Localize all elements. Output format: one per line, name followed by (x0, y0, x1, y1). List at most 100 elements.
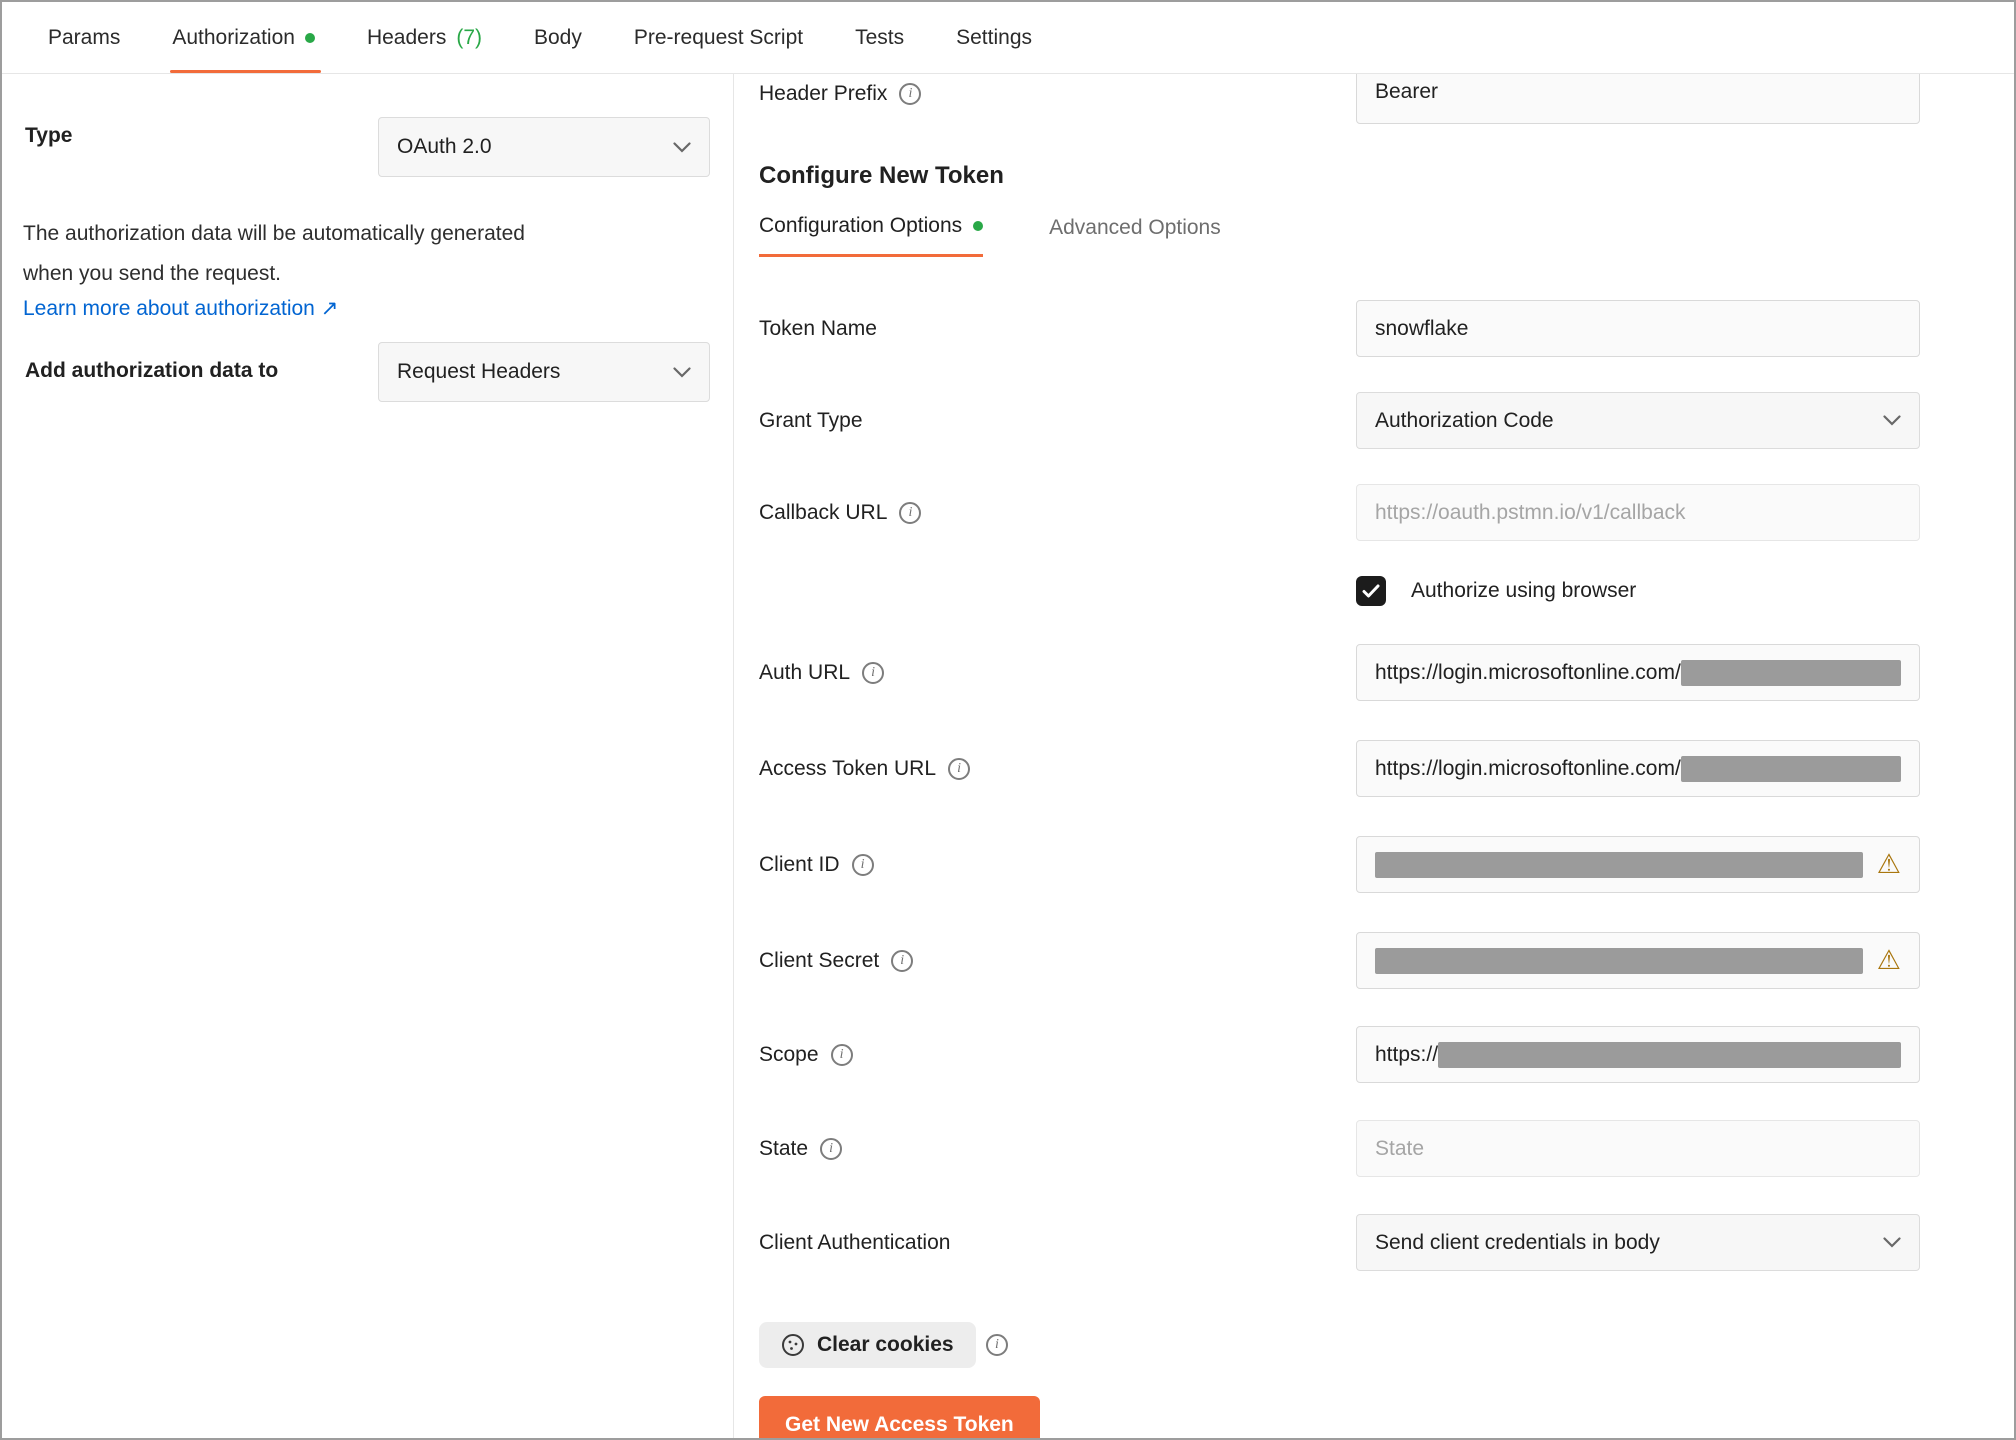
info-icon[interactable]: i (948, 757, 971, 780)
info-icon[interactable]: i (891, 949, 914, 972)
state-label-row: State i (759, 1120, 843, 1177)
subtab-advanced-label: Advanced Options (1049, 215, 1221, 239)
callback-url-label: Callback URL (759, 500, 888, 524)
tab-body[interactable]: Body (508, 2, 608, 73)
get-new-access-token-button[interactable]: Get New Access Token (759, 1396, 1040, 1438)
auth-type-select[interactable]: OAuth 2.0 (378, 117, 710, 177)
authorization-active-dot (304, 32, 315, 43)
client-authentication-selected-value: Send client credentials in body (1375, 1230, 1660, 1254)
learn-more-link[interactable]: Learn more about authorization ↗ (23, 296, 338, 321)
client-secret-label-row: Client Secret i (759, 932, 914, 989)
tab-authorization-label: Authorization (172, 25, 295, 49)
request-editor: Params Authorization Headers (7) Body Pr… (0, 0, 2016, 1440)
grant-type-select[interactable]: Authorization Code (1356, 392, 1920, 449)
redacted-value (1438, 1041, 1901, 1068)
token-name-label-row: Token Name (759, 300, 877, 357)
learn-more-link-text: Learn more about authorization (23, 297, 315, 320)
state-input[interactable] (1356, 1120, 1920, 1177)
authorization-type-panel: Type OAuth 2.0 The authorization data wi… (2, 74, 734, 1438)
tab-params-label: Params (48, 25, 121, 49)
warning-icon: ⚠ (1876, 849, 1901, 879)
authorize-browser-checkbox[interactable] (1356, 576, 1386, 606)
client-authentication-select[interactable]: Send client credentials in body (1356, 1214, 1920, 1271)
token-name-input[interactable] (1356, 300, 1920, 357)
redacted-value (1375, 851, 1863, 878)
auth-url-value-prefix: https://login.microsoftonline.com/ (1375, 660, 1681, 684)
auth-url-label-row: Auth URL i (759, 644, 885, 701)
info-icon[interactable]: i (986, 1334, 1008, 1356)
grant-type-selected-value: Authorization Code (1375, 408, 1554, 432)
tab-params[interactable]: Params (22, 2, 146, 73)
scope-label: Scope (759, 1042, 819, 1066)
subtab-configuration-options[interactable]: Configuration Options (759, 214, 984, 257)
add-auth-data-to-select[interactable]: Request Headers (378, 342, 710, 402)
tab-prerequest-script[interactable]: Pre-request Script (608, 2, 829, 73)
tab-body-label: Body (534, 25, 582, 49)
tab-headers-label: Headers (366, 25, 447, 49)
tab-tests[interactable]: Tests (829, 2, 930, 73)
client-id-label: Client ID (759, 852, 840, 876)
tab-prerequest-label: Pre-request Script (633, 25, 804, 49)
access-token-url-value-prefix: https://login.microsoftonline.com/ (1375, 756, 1681, 780)
add-auth-data-to-label: Add authorization data to (25, 359, 279, 382)
tab-authorization[interactable]: Authorization (146, 2, 341, 73)
get-new-access-token-label: Get New Access Token (785, 1413, 1014, 1436)
token-name-label: Token Name (759, 316, 877, 340)
subtab-configuration-label: Configuration Options (759, 214, 963, 237)
add-auth-data-to-value: Request Headers (397, 360, 561, 383)
client-id-input[interactable]: ⚠ (1356, 836, 1920, 893)
tab-settings-label: Settings (956, 25, 1033, 49)
subtab-advanced-options[interactable]: Advanced Options (1049, 214, 1221, 257)
info-icon[interactable]: i (899, 83, 922, 105)
header-prefix-label-row: Header Prefix i (759, 74, 922, 124)
chevron-down-icon (673, 366, 691, 378)
chevron-down-icon (1883, 1237, 1901, 1248)
auth-url-label: Auth URL (759, 660, 851, 684)
warning-icon: ⚠ (1876, 945, 1901, 975)
configuration-active-dot (973, 221, 984, 231)
info-icon[interactable]: i (830, 1043, 853, 1066)
state-label: State (759, 1136, 809, 1160)
auth-type-label: Type (25, 124, 73, 147)
header-prefix-input[interactable] (1356, 74, 1920, 124)
tab-headers-count: (7) (456, 25, 482, 49)
info-icon[interactable]: i (851, 853, 874, 876)
chevron-down-icon (1883, 415, 1901, 426)
redacted-value (1375, 947, 1863, 974)
request-tab-bar: Params Authorization Headers (7) Body Pr… (2, 2, 2014, 74)
tab-tests-label: Tests (855, 25, 905, 49)
chevron-down-icon (673, 141, 691, 153)
auth-description-line1: The authorization data will be automatic… (23, 222, 525, 245)
tab-headers[interactable]: Headers (7) (341, 2, 508, 73)
access-token-url-label-row: Access Token URL i (759, 740, 971, 797)
check-icon (1362, 584, 1380, 598)
callback-url-label-row: Callback URL i (759, 484, 922, 541)
client-secret-label: Client Secret (759, 948, 880, 972)
callback-url-input[interactable] (1356, 484, 1920, 541)
client-secret-input[interactable]: ⚠ (1356, 932, 1920, 989)
token-subtabs: Configuration Options Advanced Options (759, 214, 1221, 257)
tab-settings[interactable]: Settings (930, 2, 1058, 73)
token-config-panel: Header Prefix i Configure New Token Conf… (734, 74, 2014, 1438)
auth-description: The authorization data will be automatic… (23, 214, 525, 294)
auth-url-input[interactable]: https://login.microsoftonline.com/ (1356, 644, 1920, 701)
info-icon[interactable]: i (899, 501, 922, 524)
authorize-browser-label[interactable]: Authorize using browser (1411, 576, 1636, 606)
scope-value-prefix: https:// (1375, 1042, 1439, 1066)
access-token-url-label: Access Token URL (759, 756, 937, 780)
scope-input[interactable]: https:// (1356, 1026, 1920, 1083)
redacted-value (1680, 755, 1901, 782)
configure-new-token-heading: Configure New Token (759, 162, 1004, 189)
info-icon[interactable]: i (820, 1137, 843, 1160)
grant-type-label: Grant Type (759, 408, 863, 432)
auth-type-selected-value: OAuth 2.0 (397, 135, 492, 158)
scope-label-row: Scope i (759, 1026, 853, 1083)
external-link-icon: ↗ (320, 297, 339, 320)
access-token-url-input[interactable]: https://login.microsoftonline.com/ (1356, 740, 1920, 797)
info-icon[interactable]: i (862, 661, 885, 684)
header-prefix-label: Header Prefix (759, 82, 888, 105)
clear-cookies-button[interactable]: Clear cookies (759, 1322, 976, 1368)
client-authentication-label-row: Client Authentication (759, 1214, 950, 1271)
client-authentication-label: Client Authentication (759, 1230, 951, 1254)
grant-type-label-row: Grant Type (759, 392, 863, 449)
